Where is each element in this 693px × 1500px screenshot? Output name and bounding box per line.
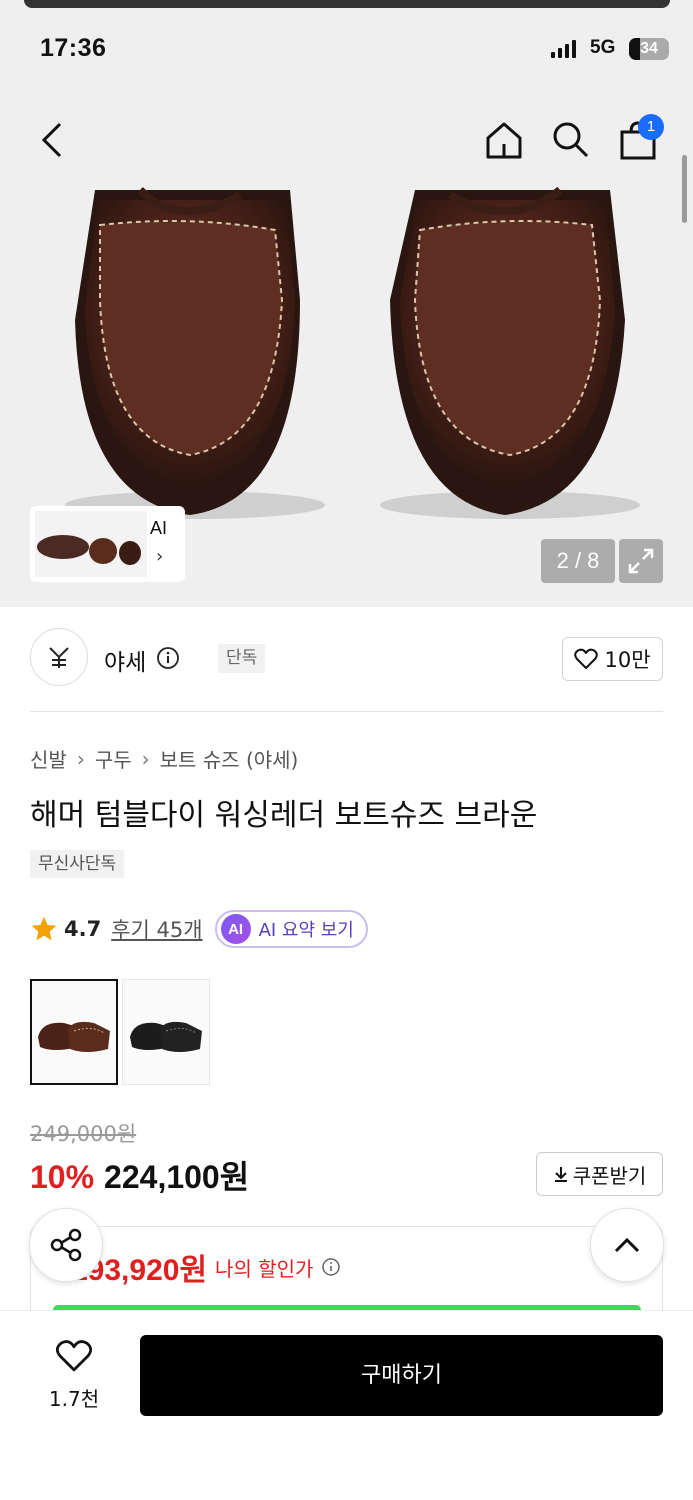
exclusive-badge: 무신사단독 bbox=[30, 850, 125, 878]
buy-button[interactable]: 구매하기 bbox=[140, 1335, 663, 1416]
original-price: 249,000원 bbox=[30, 1122, 137, 1146]
sale-price: 224,100원 bbox=[104, 1159, 250, 1195]
top-nav: 1 bbox=[0, 110, 693, 170]
coupon-button[interactable]: 쿠폰받기 bbox=[536, 1152, 663, 1196]
color-option-brown[interactable] bbox=[30, 979, 118, 1085]
search-icon bbox=[553, 122, 589, 158]
status-bar: 17:36 5G 34 bbox=[0, 28, 693, 72]
breadcrumb-item[interactable]: 구두 bbox=[95, 744, 132, 773]
fullscreen-button[interactable] bbox=[619, 539, 663, 583]
brown-shoe-image bbox=[38, 1021, 110, 1052]
review-count-link[interactable]: 후기 45개 bbox=[111, 914, 202, 944]
download-icon bbox=[554, 1167, 567, 1182]
my-discount-label: 나의 할인가 bbox=[215, 1256, 314, 1281]
ai-summary-label: AI 요약 보기 bbox=[258, 920, 354, 941]
ai-label: AI bbox=[150, 518, 168, 538]
brand-row: 야세 단독 10만 bbox=[30, 628, 663, 690]
color-option-black[interactable] bbox=[122, 979, 210, 1085]
breadcrumb: 신발 › 구두 › 보트 슈즈 (야세) bbox=[30, 744, 298, 773]
battery-level: 34 bbox=[640, 40, 658, 57]
back-button[interactable] bbox=[26, 110, 78, 170]
brand-like-count: 10만 bbox=[604, 648, 651, 672]
device-top-bezel bbox=[24, 0, 670, 8]
share-button[interactable] bbox=[29, 1208, 103, 1282]
rating-value: 4.7 bbox=[64, 917, 102, 941]
black-shoe-image bbox=[130, 1021, 202, 1052]
home-icon bbox=[486, 122, 522, 159]
heart-icon bbox=[574, 648, 599, 669]
chevron-right-icon: › bbox=[156, 546, 164, 567]
breadcrumb-item[interactable]: 보트 슈즈 (야세) bbox=[160, 744, 299, 773]
coupon-label: 쿠폰받기 bbox=[572, 1163, 647, 1188]
network-type: 5G bbox=[590, 37, 616, 58]
brand-logo-image bbox=[49, 647, 69, 668]
brand-exclusive-badge: 단독 bbox=[218, 644, 266, 673]
signal-icon bbox=[551, 40, 576, 58]
discount-rate: 10% bbox=[30, 1159, 95, 1195]
divider bbox=[30, 711, 663, 712]
chevron-right-icon: › bbox=[76, 746, 85, 771]
wishlist-button[interactable]: 1.7천 bbox=[36, 1339, 112, 1412]
chevron-left-icon bbox=[41, 122, 62, 158]
thumbnail-shoes-image bbox=[35, 511, 147, 577]
brand-logo[interactable] bbox=[30, 628, 88, 686]
ai-icon: AI bbox=[220, 914, 251, 944]
ai-similar-thumbnail[interactable]: AI › bbox=[30, 506, 185, 582]
cart-button[interactable]: 1 bbox=[612, 110, 664, 170]
cart-count-badge: 1 bbox=[638, 114, 664, 140]
image-counter: 2 / 8 bbox=[541, 539, 615, 583]
info-icon[interactable] bbox=[156, 646, 180, 670]
brand-name[interactable]: 야세 bbox=[104, 643, 146, 677]
star-icon bbox=[31, 916, 57, 941]
product-image-gallery[interactable]: 17:36 5G 34 1 AI › 2 / 8 bbox=[0, 0, 693, 607]
page-scrollbar[interactable] bbox=[682, 155, 687, 223]
heart-icon bbox=[55, 1340, 93, 1372]
product-title: 해머 텀블다이 워싱레더 보트슈즈 브라운 bbox=[30, 798, 538, 833]
status-time: 17:36 bbox=[40, 34, 107, 62]
search-button[interactable] bbox=[545, 110, 597, 170]
battery-icon: 34 bbox=[629, 38, 669, 60]
brand-like-button[interactable]: 10만 bbox=[562, 637, 663, 681]
scroll-to-top-button[interactable] bbox=[590, 1208, 664, 1282]
rating-row: 4.7 후기 45개 AI AI 요약 보기 bbox=[30, 910, 368, 948]
chevron-up-icon bbox=[614, 1237, 640, 1253]
ai-summary-button[interactable]: AI AI 요약 보기 bbox=[214, 910, 368, 948]
my-discount-row: 193,920원 나의 할인가 bbox=[71, 1245, 341, 1289]
wishlist-count: 1.7천 bbox=[48, 1387, 100, 1411]
breadcrumb-item[interactable]: 신발 bbox=[30, 744, 67, 773]
share-icon bbox=[50, 1228, 82, 1262]
bottom-purchase-bar: 1.7천 구매하기 bbox=[0, 1310, 693, 1500]
price-row: 10% 224,100원 bbox=[30, 1152, 249, 1198]
home-button[interactable] bbox=[478, 110, 530, 170]
info-icon[interactable] bbox=[321, 1257, 341, 1277]
chevron-right-icon: › bbox=[141, 746, 150, 771]
expand-icon bbox=[628, 548, 654, 574]
